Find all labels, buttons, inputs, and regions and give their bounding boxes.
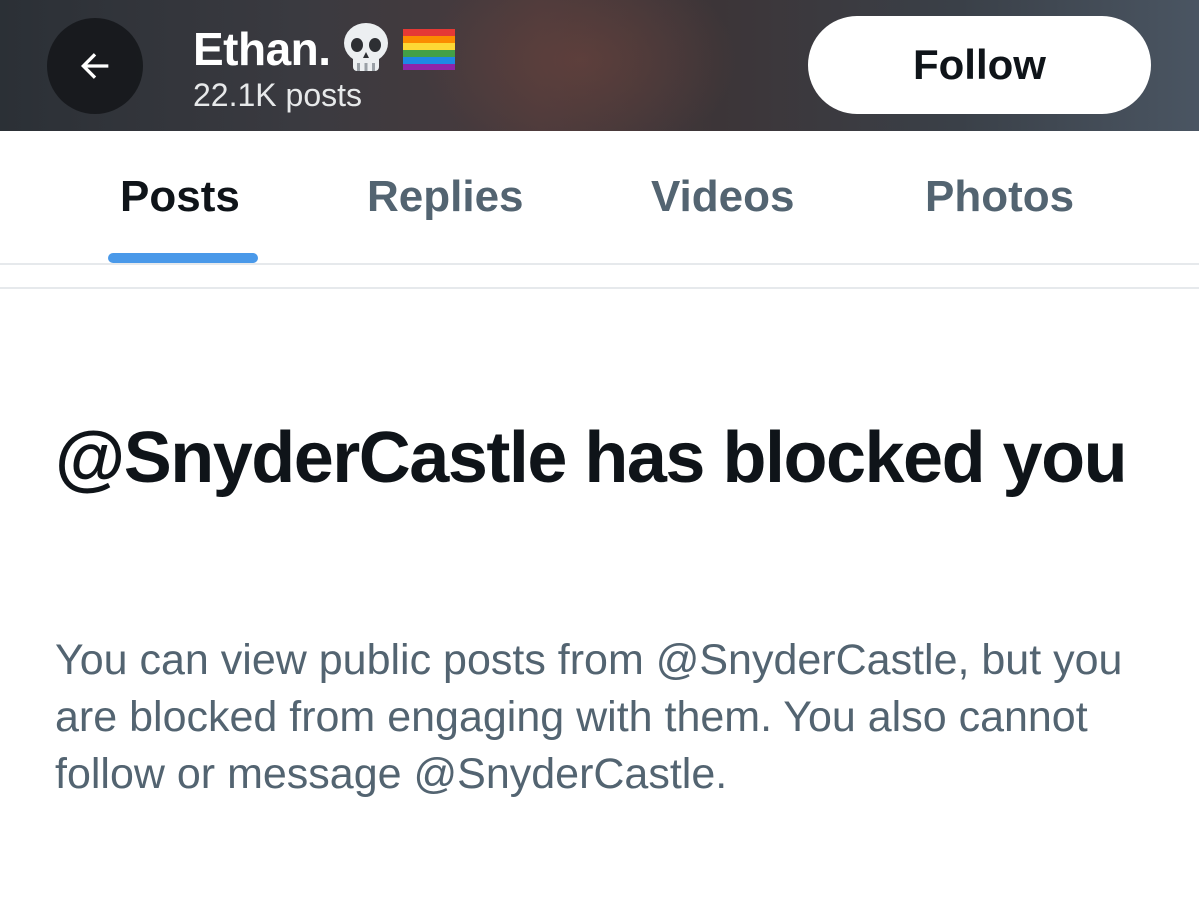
tab-replies[interactable]: Replies [367, 171, 524, 223]
tab-photos[interactable]: Photos [925, 171, 1074, 223]
profile-name-row: Ethan. [193, 20, 457, 78]
profile-name: Ethan. [193, 23, 331, 75]
profile-tabs: Posts Replies Videos Photos [0, 131, 1199, 265]
arrow-left-icon [81, 53, 109, 79]
tab-posts[interactable]: Posts [120, 171, 240, 223]
section-divider [0, 287, 1199, 289]
rainbow-flag-emoji-icon [402, 29, 455, 70]
skull-emoji-icon [343, 23, 388, 71]
profile-title-block: Ethan. 22.1K posts [193, 20, 457, 112]
header-banner-image [420, 0, 740, 131]
posts-count: 22.1K posts [193, 77, 362, 113]
follow-button[interactable]: Follow [808, 16, 1151, 114]
profile-header: Ethan. 22.1K posts Follow [0, 0, 1199, 131]
back-button[interactable] [47, 18, 143, 114]
active-tab-indicator [108, 253, 258, 263]
tab-videos[interactable]: Videos [651, 171, 794, 223]
blocked-description: You can view public posts from @SnyderCa… [55, 636, 1123, 798]
blocked-title: @SnyderCastle has blocked you [55, 418, 1128, 498]
